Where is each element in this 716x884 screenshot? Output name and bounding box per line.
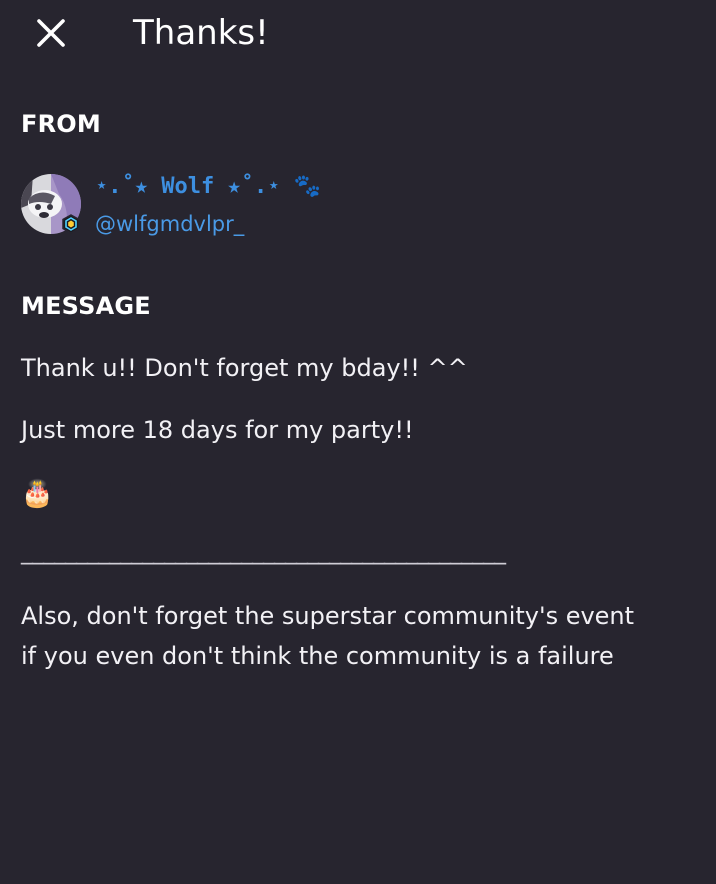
message-line: if you even don't think the community is…	[21, 642, 614, 670]
from-section-label: FROM	[21, 110, 101, 138]
sender-handle[interactable]: @wlfgmdvlpr_	[95, 212, 244, 236]
message-line: Just more 18 days for my party!!	[21, 416, 414, 444]
close-button[interactable]	[30, 12, 72, 54]
message-section-label: MESSAGE	[21, 292, 151, 320]
message-divider: ________________________________________…	[21, 537, 506, 565]
hexagon-badge-icon	[62, 214, 80, 234]
page-title: Thanks!	[133, 13, 269, 53]
sender-card: ⋆.˚★ Wolf ★˚.⋆ 🐾 @wlfgmdvlpr_	[21, 172, 461, 242]
close-icon	[37, 19, 65, 47]
header-bar: Thanks!	[0, 0, 716, 70]
sender-display-name[interactable]: ⋆.˚★ Wolf ★˚.⋆ 🐾	[95, 174, 321, 199]
cake-emoji: 🎂	[21, 479, 54, 509]
message-line: Thank u!! Don't forget my bday!! ^^	[21, 354, 468, 382]
message-line: Also, don't forget the superstar communi…	[21, 602, 635, 630]
